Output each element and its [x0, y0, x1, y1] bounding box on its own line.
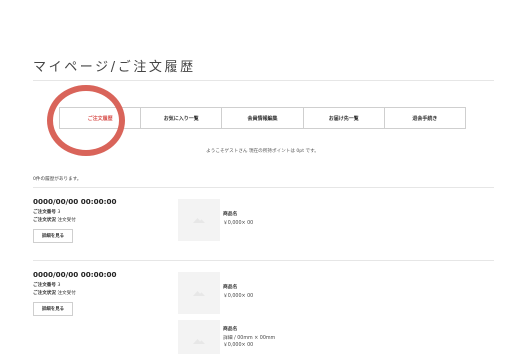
product-price: ￥0,000× 00	[223, 343, 254, 348]
product-price: ￥0,000× 00	[223, 294, 254, 299]
mountain-image-icon	[193, 291, 205, 296]
mountain-image-icon	[193, 339, 205, 344]
order-number: ご注文番号 3	[33, 282, 117, 290]
mypage-tabs: ご注文履歴 お気に入り一覧 会員情報編集 お届け先一覧 退会手続き	[59, 107, 466, 129]
order-number-value: 3	[57, 210, 61, 215]
order-status-label: ご注文状況	[33, 290, 56, 296]
order-divider	[33, 260, 494, 261]
tab-withdraw[interactable]: 退会手続き	[385, 108, 465, 128]
product-price: ￥0,000× 00	[223, 221, 254, 226]
order-divider	[33, 187, 494, 188]
order-date: 0000/00/00 00:00:00	[33, 197, 117, 206]
order-status-label: ご注文状況	[33, 217, 56, 223]
order-summary: 0000/00/00 00:00:00 ご注文番号 3 ご注文状況 注文受付 詳…	[33, 270, 117, 316]
product-thumbnail[interactable]	[178, 320, 220, 354]
order-status-value: 注文受付	[57, 290, 76, 296]
product-info: 商品名 ￥0,000× 00	[223, 210, 253, 228]
welcome-message: ようこそゲストさん 現在の所持ポイントは 0pt です。	[206, 149, 319, 154]
tab-order-history[interactable]: ご注文履歴	[60, 108, 142, 128]
product-thumbnail[interactable]	[178, 272, 220, 314]
tab-favorites[interactable]: お気に入り一覧	[141, 108, 223, 128]
product-name: 商品名	[223, 327, 238, 332]
product-name: 商品名	[223, 212, 238, 217]
order-number-label: ご注文番号	[33, 283, 56, 288]
order-number-value: 3	[57, 283, 61, 288]
order-number-label: ご注文番号	[33, 210, 56, 215]
history-count: 0件の履歴があります。	[33, 177, 82, 182]
order-status: ご注文状況 注文受付	[33, 290, 117, 298]
page-title: マイページ/ご注文履歴	[33, 60, 196, 75]
view-details-button[interactable]: 詳細を見る	[33, 302, 73, 316]
product-info: 商品名 詳細 / 00mm × 00mm ￥0,000× 00	[223, 325, 275, 348]
order-status: ご注文状況 注文受付	[33, 217, 117, 225]
product-spec: 詳細 / 00mm × 00mm	[223, 336, 276, 341]
product-info: 商品名 ￥0,000× 00	[223, 283, 253, 301]
title-divider	[33, 80, 494, 81]
order-date: 0000/00/00 00:00:00	[33, 270, 117, 279]
product-thumbnail[interactable]	[178, 199, 220, 241]
order-summary: 0000/00/00 00:00:00 ご注文番号 3 ご注文状況 注文受付 詳…	[33, 197, 117, 243]
order-status-value: 注文受付	[57, 217, 76, 223]
tab-member-info[interactable]: 会員情報編集	[222, 108, 304, 128]
tab-delivery-addresses[interactable]: お届け先一覧	[304, 108, 385, 128]
mountain-image-icon	[193, 218, 205, 223]
order-number: ご注文番号 3	[33, 209, 117, 217]
view-details-button[interactable]: 詳細を見る	[33, 229, 73, 243]
product-name: 商品名	[223, 285, 238, 290]
